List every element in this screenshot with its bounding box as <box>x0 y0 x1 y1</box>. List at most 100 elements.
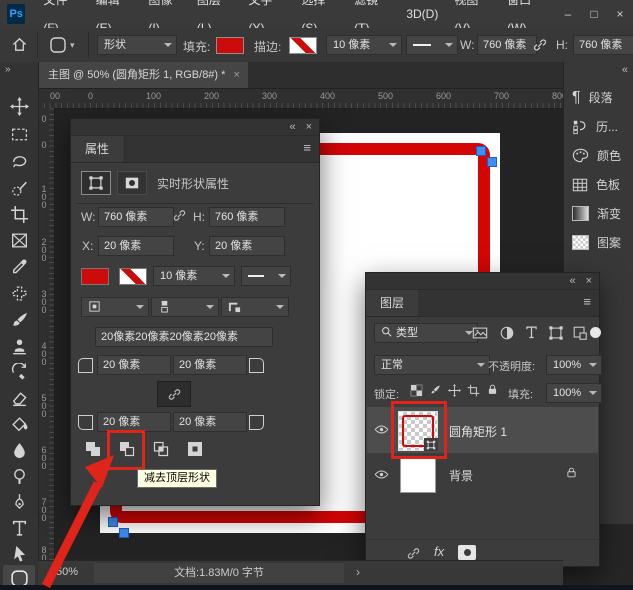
link-dimensions-icon[interactable] <box>532 37 548 53</box>
panel-close-icon[interactable]: × <box>586 275 592 287</box>
status-chevron-icon[interactable]: › <box>356 565 360 579</box>
menu-item-3d[interactable]: 3D(D) <box>398 0 446 28</box>
shape-anchor-point[interactable] <box>476 146 486 156</box>
panel-menu-icon[interactable]: ≡ <box>303 140 311 155</box>
fill-color-swatch[interactable] <box>216 37 244 54</box>
dock-item-paragraph[interactable]: ¶ 段落 <box>564 84 633 111</box>
shape-anchor-point[interactable] <box>108 517 118 527</box>
paint-bucket-tool[interactable] <box>7 412 31 436</box>
tab-close-icon[interactable]: × <box>233 62 239 88</box>
shape-y-field[interactable]: 20 像素 <box>209 236 285 256</box>
dock-item-swatches[interactable]: 色板 <box>564 171 633 198</box>
stroke-corners-dropdown[interactable] <box>221 297 289 317</box>
zoom-level[interactable]: 50% <box>56 566 78 578</box>
corner-bottomleft-field[interactable]: 20 像素 <box>97 412 171 432</box>
lock-transparency-icon[interactable] <box>410 384 423 397</box>
shape-x-field[interactable]: 20 像素 <box>98 236 174 256</box>
document-tab[interactable]: 主图 @ 50% (圆角矩形 1, RGB/8#) * × <box>38 62 248 88</box>
clone-stamp-tool[interactable] <box>7 334 31 358</box>
lock-all-icon[interactable] <box>486 383 499 396</box>
move-tool[interactable] <box>7 94 31 118</box>
stroke-style-dropdown[interactable] <box>406 35 458 55</box>
tab-layers[interactable]: 图层 <box>366 290 418 316</box>
lock-position-icon[interactable] <box>448 384 461 397</box>
eraser-tool[interactable] <box>7 386 31 410</box>
exclude-shapes-button[interactable] <box>181 436 209 462</box>
layer-thumbnail[interactable] <box>400 457 436 493</box>
shape-fill-swatch[interactable] <box>81 268 109 285</box>
intersect-shapes-button[interactable] <box>147 436 175 462</box>
filter-toggle-icon[interactable] <box>590 327 601 338</box>
home-icon[interactable] <box>11 36 28 53</box>
dock-item-color[interactable]: 颜色 <box>564 142 633 169</box>
healing-tool[interactable] <box>7 281 31 305</box>
filter-shape-layers-icon[interactable] <box>548 325 564 341</box>
combine-shapes-button[interactable] <box>79 436 107 462</box>
layer-row-background[interactable]: 背景 <box>367 453 598 497</box>
panel-close-icon[interactable]: × <box>306 121 312 133</box>
panel-collapse-icon[interactable]: « <box>289 121 295 133</box>
quick-selection-tool[interactable] <box>7 176 31 200</box>
brush-tool[interactable] <box>7 308 31 332</box>
dock-item-gradient[interactable]: 渐变 <box>564 200 633 227</box>
type-tool[interactable] <box>7 516 31 540</box>
add-mask-icon[interactable] <box>458 545 476 560</box>
stroke-color-swatch[interactable] <box>289 37 317 54</box>
history-brush-tool[interactable] <box>7 360 31 384</box>
stroke-caps-dropdown[interactable] <box>151 297 219 317</box>
live-shape-icon[interactable] <box>81 171 111 195</box>
shape-height-field[interactable]: 760 像素 <box>573 35 633 55</box>
marquee-tool[interactable] <box>7 122 31 146</box>
dock-collapse-icon[interactable]: « <box>622 64 628 76</box>
shape-width-field[interactable]: 760 像素 <box>477 35 537 55</box>
maximize-button[interactable]: □ <box>581 0 607 28</box>
corner-topleft-field[interactable]: 20 像素 <box>97 355 171 375</box>
corner-topright-field[interactable]: 20 像素 <box>173 355 247 375</box>
stroke-align-dropdown[interactable] <box>81 297 149 317</box>
shape-h-field[interactable]: 760 像素 <box>209 207 285 227</box>
mask-properties-icon[interactable] <box>117 171 147 195</box>
visibility-eye-icon[interactable] <box>374 467 389 482</box>
crop-tool[interactable] <box>7 202 31 226</box>
link-corners-button[interactable] <box>157 381 191 407</box>
dodge-tool[interactable] <box>7 464 31 488</box>
opacity-dropdown[interactable]: 100% <box>546 355 602 375</box>
pen-tool[interactable] <box>7 490 31 514</box>
dock-item-history[interactable]: 历... <box>564 113 633 140</box>
tab-properties[interactable]: 属性 <box>71 136 123 162</box>
blur-tool[interactable] <box>7 438 31 462</box>
shape-anchor-point[interactable] <box>119 528 129 538</box>
shape-anchor-point[interactable] <box>487 157 497 167</box>
close-button[interactable]: × <box>607 0 633 28</box>
panel-menu-icon[interactable]: ≡ <box>583 294 591 309</box>
shape-stroke-style-dropdown[interactable] <box>241 266 291 286</box>
lock-pixels-icon[interactable] <box>429 384 442 397</box>
link-layers-icon[interactable] <box>406 546 421 561</box>
layer-fill-dropdown[interactable]: 100% <box>546 383 602 403</box>
path-selection-tool[interactable] <box>7 542 31 566</box>
shape-w-field[interactable]: 760 像素 <box>98 207 174 227</box>
filter-pixel-layers-icon[interactable] <box>472 325 488 341</box>
shape-stroke-width-dropdown[interactable]: 10 像素 <box>153 266 235 286</box>
dock-item-pattern[interactable]: 图案 <box>564 229 633 256</box>
stroke-width-dropdown[interactable]: 10 像素 <box>326 35 402 55</box>
layer-style-fx-icon[interactable]: fx <box>434 544 444 559</box>
shape-stroke-swatch[interactable] <box>119 268 147 285</box>
toolbar-collapse-icon[interactable]: » <box>5 64 10 75</box>
layer-filter-dropdown[interactable]: 类型 <box>374 323 478 343</box>
filter-type-layers-icon[interactable] <box>524 325 539 340</box>
corner-bottomright-field[interactable]: 20 像素 <box>173 412 247 432</box>
blend-mode-dropdown[interactable]: 正常 <box>374 355 490 375</box>
filter-adjustment-layers-icon[interactable] <box>499 325 515 341</box>
lock-artboard-icon[interactable] <box>467 384 480 397</box>
eyedropper-tool[interactable] <box>7 254 31 278</box>
panel-collapse-icon[interactable]: « <box>569 275 575 287</box>
filter-smart-objects-icon[interactable] <box>572 325 588 341</box>
shape-tool-preset-icon[interactable]: ▾ <box>48 35 75 55</box>
lasso-tool[interactable] <box>7 149 31 173</box>
minimize-button[interactable]: – <box>555 0 581 28</box>
tool-mode-dropdown[interactable]: 形状 <box>97 35 177 55</box>
corner-radius-summary-field[interactable]: 20像素20像素20像素20像素 <box>95 327 273 347</box>
frame-tool[interactable] <box>7 228 31 252</box>
visibility-eye-icon[interactable] <box>374 422 389 437</box>
